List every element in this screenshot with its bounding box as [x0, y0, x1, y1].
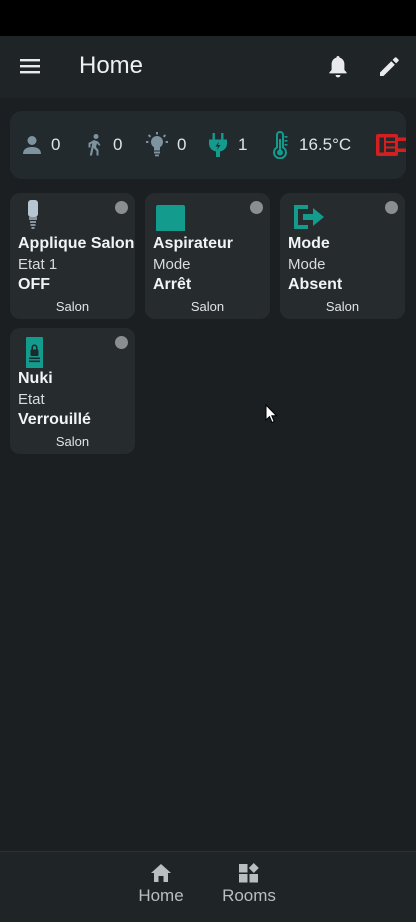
- plug-icon: [209, 133, 227, 157]
- walk-icon: [88, 134, 101, 156]
- card-subtitle: Mode: [288, 256, 326, 273]
- summary-bar: 0 0 0 1 16.5°C: [10, 111, 406, 179]
- exit-icon: [294, 205, 324, 229]
- summary-motion-value: 0: [113, 135, 123, 154]
- card-name: Aspirateur: [153, 235, 234, 252]
- nav-rooms-button[interactable]: Rooms: [213, 862, 285, 912]
- card-subtitle: Etat: [18, 391, 45, 408]
- summary-people[interactable]: 0: [21, 111, 60, 179]
- edit-button[interactable]: [376, 54, 402, 80]
- page-title: Home: [79, 52, 144, 79]
- summary-temperature-value: 16.5°C: [299, 135, 352, 154]
- card-room: Salon: [55, 434, 90, 449]
- menu-icon: [20, 59, 40, 74]
- summary-lights[interactable]: 0: [145, 111, 186, 179]
- card-name: Applique Salon: [18, 235, 135, 252]
- person-icon: [23, 136, 41, 154]
- heater-icon: [376, 134, 406, 156]
- bottom-nav: Home Rooms: [0, 851, 416, 922]
- card-state: Verrouillé: [18, 411, 91, 428]
- bell-icon: [329, 56, 347, 78]
- summary-temperature[interactable]: 16.5°C: [269, 111, 351, 179]
- nav-home-button[interactable]: Home: [125, 862, 197, 912]
- device-card-aspirateur[interactable]: Aspirateur Mode Arrêt Salon: [145, 193, 270, 319]
- menu-button[interactable]: [18, 55, 44, 79]
- status-dot: [250, 201, 263, 214]
- summary-heater[interactable]: [374, 111, 406, 179]
- app-bar: Home: [0, 36, 416, 98]
- card-room: Salon: [325, 299, 360, 314]
- status-dot: [115, 336, 128, 349]
- status-dot: [385, 201, 398, 214]
- pencil-icon: [380, 57, 399, 76]
- card-name: Nuki: [18, 370, 53, 387]
- card-room: Salon: [55, 299, 90, 314]
- device-card-nuki[interactable]: Nuki Etat Verrouillé Salon: [10, 328, 135, 454]
- card-state: Arrêt: [153, 276, 192, 293]
- card-state: Absent: [288, 276, 343, 293]
- card-name: Mode: [288, 235, 330, 252]
- home-icon: [151, 864, 171, 882]
- status-dot: [115, 201, 128, 214]
- status-bar: [0, 0, 416, 36]
- device-card-mode[interactable]: Mode Mode Absent Salon: [280, 193, 405, 319]
- mouse-cursor-icon: [265, 404, 278, 424]
- card-subtitle: Mode: [153, 256, 191, 273]
- notifications-button[interactable]: [325, 53, 351, 81]
- nav-home-label: Home: [138, 886, 184, 905]
- rooms-icon: [239, 863, 259, 883]
- summary-plugs-value: 1: [238, 135, 248, 154]
- thermometer-icon: [272, 131, 288, 159]
- lock-icon: [26, 337, 43, 368]
- lightbulb-icon: [146, 132, 168, 157]
- device-card-applique-salon[interactable]: Applique Salon Etat 1 OFF Salon: [10, 193, 135, 319]
- card-room: Salon: [190, 299, 225, 314]
- wall-lamp-icon: [28, 200, 38, 229]
- square-icon: [156, 205, 185, 231]
- summary-lights-value: 0: [177, 135, 187, 154]
- summary-people-value: 0: [51, 135, 61, 154]
- summary-motion[interactable]: 0: [83, 111, 122, 179]
- nav-rooms-label: Rooms: [222, 886, 276, 905]
- card-state: OFF: [18, 276, 50, 293]
- summary-plugs[interactable]: 1: [206, 111, 247, 179]
- card-subtitle: Etat 1: [18, 256, 58, 273]
